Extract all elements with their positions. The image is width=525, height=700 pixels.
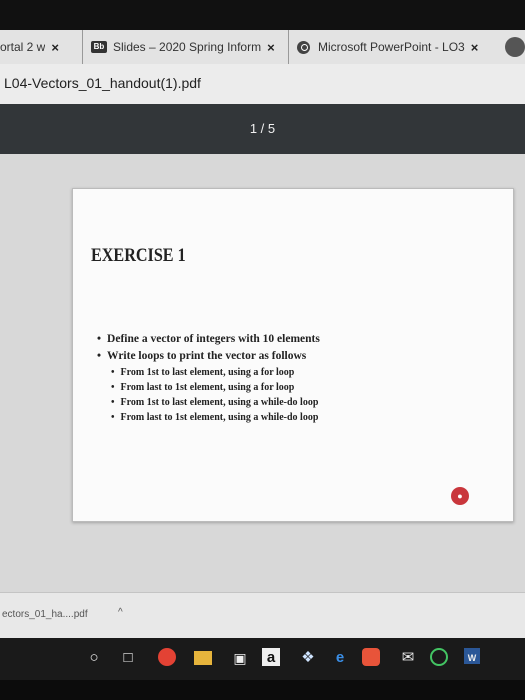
- taskbar: ○ □ ▣ a ❖ e ✉ W: [0, 638, 525, 680]
- browser-tab-bar: ortal 2 w × Bb Slides – 2020 Spring Info…: [0, 30, 525, 64]
- bullet-item: Define a vector of integers with 10 elem…: [97, 333, 497, 345]
- search-icon[interactable]: ○: [84, 648, 104, 668]
- sub-bullet-item: From 1st to last element, using a while-…: [111, 397, 497, 408]
- word-icon[interactable]: W: [464, 648, 480, 664]
- task-view-icon[interactable]: □: [118, 648, 138, 668]
- monitor-bezel-bottom: [0, 680, 525, 700]
- office-icon[interactable]: [362, 648, 380, 666]
- tab-slides[interactable]: Bb Slides – 2020 Spring Inform ×: [82, 30, 282, 64]
- pdf-viewer[interactable]: EXERCISE 1 Define a vector of integers w…: [0, 154, 525, 592]
- tab-title: Microsoft PowerPoint - LO3: [318, 40, 465, 54]
- sub-bullet-item: From 1st to last element, using a for lo…: [111, 367, 497, 378]
- tab-portal[interactable]: ortal 2 w ×: [0, 30, 78, 64]
- amazon-icon[interactable]: a: [262, 648, 280, 666]
- dropbox-icon[interactable]: ❖: [298, 648, 318, 668]
- browser-menu-icon[interactable]: [505, 37, 525, 57]
- page-counter[interactable]: 1 / 5: [0, 121, 525, 136]
- mail-icon[interactable]: ✉: [398, 648, 418, 668]
- tab-title: Slides – 2020 Spring Inform: [113, 40, 262, 54]
- store-icon[interactable]: ▣: [230, 648, 250, 668]
- slide-nav-icon[interactable]: ●: [451, 487, 469, 505]
- sub-bullet-item: From last to 1st element, using a for lo…: [111, 382, 497, 393]
- pdf-toolbar: 1 / 5: [0, 104, 525, 154]
- close-icon[interactable]: ×: [51, 40, 59, 55]
- blackboard-icon: Bb: [91, 41, 107, 53]
- document-header: L04-Vectors_01_handout(1).pdf: [0, 64, 525, 105]
- slide-title: EXERCISE 1: [91, 245, 186, 266]
- chevron-up-icon[interactable]: ^: [118, 607, 123, 618]
- close-icon[interactable]: ×: [267, 40, 275, 55]
- document-title: L04-Vectors_01_handout(1).pdf: [4, 75, 201, 91]
- download-item[interactable]: ectors_01_ha....pdf: [2, 609, 88, 620]
- powerpoint-icon: [297, 40, 310, 54]
- tab-powerpoint[interactable]: Microsoft PowerPoint - LO3 ×: [288, 30, 508, 64]
- sub-bullet-item: From last to 1st element, using a while-…: [111, 412, 497, 423]
- slide-page: EXERCISE 1 Define a vector of integers w…: [72, 188, 514, 522]
- bullet-list: Define a vector of integers with 10 elem…: [97, 333, 497, 427]
- close-icon[interactable]: ×: [471, 40, 479, 55]
- downloads-bar: ectors_01_ha....pdf ^: [0, 592, 525, 639]
- tab-title: ortal 2 w: [0, 40, 46, 54]
- file-explorer-icon[interactable]: [194, 651, 212, 665]
- monitor-bezel-top: [0, 0, 525, 30]
- bullet-item: Write loops to print the vector as follo…: [97, 350, 497, 362]
- chrome-icon[interactable]: [158, 648, 176, 666]
- spotify-icon[interactable]: [430, 648, 448, 666]
- edge-icon[interactable]: e: [330, 648, 350, 668]
